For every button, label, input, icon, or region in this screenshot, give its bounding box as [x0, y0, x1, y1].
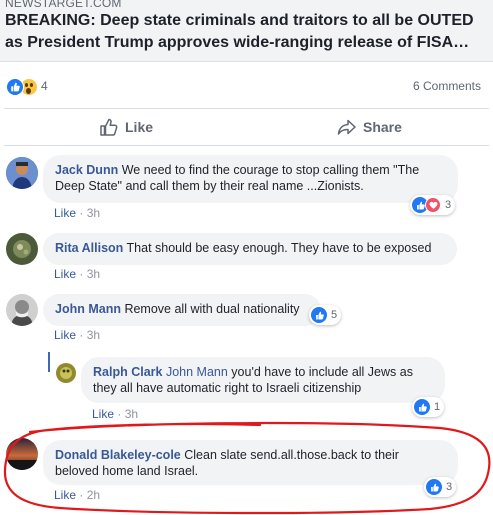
thumbs-up-icon	[100, 118, 118, 136]
comment-timestamp[interactable]: 3h	[87, 267, 100, 281]
like-button-label: Like	[125, 119, 154, 135]
like-icon	[6, 78, 24, 96]
comment-author[interactable]: Ralph Clark	[93, 365, 162, 379]
comment-reaction-count: 3	[445, 199, 452, 211]
comment-bubble: Donald Blakeley-cole Clean slate send.al…	[43, 440, 458, 485]
comment-author[interactable]: Jack Dunn	[55, 163, 118, 177]
comment-reaction-count: 5	[331, 309, 338, 321]
comment-reaction-count: 3	[446, 481, 453, 493]
avatar[interactable]	[6, 233, 38, 265]
comment-bubble: Rita Allison That should be easy enough.…	[43, 233, 457, 265]
comment-author[interactable]: Donald Blakeley-cole	[55, 448, 181, 462]
love-icon	[425, 197, 441, 213]
comment-timestamp[interactable]: 2h	[87, 488, 100, 502]
comment-author[interactable]: Rita Allison	[55, 241, 123, 255]
comment-text: Remove all with dual nationality	[124, 302, 300, 316]
comment-timestamp[interactable]: 3h	[125, 407, 138, 421]
comment-like-link[interactable]: Like	[54, 206, 76, 220]
like-icon	[311, 307, 327, 323]
comment-reaction-badge[interactable]: 3	[410, 195, 456, 215]
comment-bubble: John Mann Remove all with dual nationali…	[43, 294, 321, 326]
reactions-summary: 4 6 Comments	[0, 72, 493, 100]
reply-thread-line	[48, 352, 50, 372]
link-preview[interactable]: NEWSTARGET.COM BREAKING: Deep state crim…	[0, 0, 493, 62]
action-bar: Like Share	[4, 108, 489, 146]
comment-like-link[interactable]: Like	[92, 407, 114, 421]
comment-bubble: Ralph Clark John Mann you'd have to incl…	[81, 357, 445, 403]
comment-meta: Like · 3h	[54, 206, 101, 220]
comment-author[interactable]: John Mann	[55, 302, 121, 316]
comment-reaction-badge[interactable]: 5	[309, 305, 342, 325]
comment-mention[interactable]: John Mann	[166, 365, 228, 379]
reaction-count[interactable]: 4	[41, 79, 48, 93]
comment-meta: Like · 3h	[54, 267, 101, 281]
comment-timestamp[interactable]: 3h	[87, 328, 100, 342]
comment-meta: Like · 3h	[54, 328, 101, 342]
comments-count[interactable]: 6 Comments	[413, 79, 481, 93]
comment-reaction-badge[interactable]: 1	[412, 397, 445, 417]
avatar[interactable]	[56, 363, 76, 383]
comment-like-link[interactable]: Like	[54, 328, 76, 342]
comment-like-link[interactable]: Like	[54, 488, 76, 502]
comment-reaction-badge[interactable]: 3	[424, 477, 457, 497]
comment-meta: Like · 2h	[54, 488, 101, 502]
comment-timestamp[interactable]: 3h	[87, 206, 100, 220]
share-button-label: Share	[363, 119, 402, 135]
share-button[interactable]: Share	[337, 109, 402, 145]
avatar[interactable]	[6, 294, 38, 326]
avatar[interactable]	[6, 438, 38, 470]
reaction-icons[interactable]	[6, 78, 40, 96]
share-arrow-icon	[337, 119, 356, 135]
like-icon	[414, 399, 430, 415]
avatar[interactable]	[6, 157, 38, 189]
comment-meta: Like · 3h	[92, 407, 139, 421]
link-source: NEWSTARGET.COM	[5, 0, 122, 10]
link-title[interactable]: BREAKING: Deep state criminals and trait…	[5, 10, 490, 54]
like-button[interactable]: Like	[99, 109, 153, 145]
comment-like-link[interactable]: Like	[54, 267, 76, 281]
comment-bubble: Jack Dunn We need to find the courage to…	[43, 155, 458, 203]
comment-reaction-count: 1	[434, 401, 441, 413]
comment-text: That should be easy enough. They have to…	[126, 241, 432, 255]
like-icon	[426, 479, 442, 495]
